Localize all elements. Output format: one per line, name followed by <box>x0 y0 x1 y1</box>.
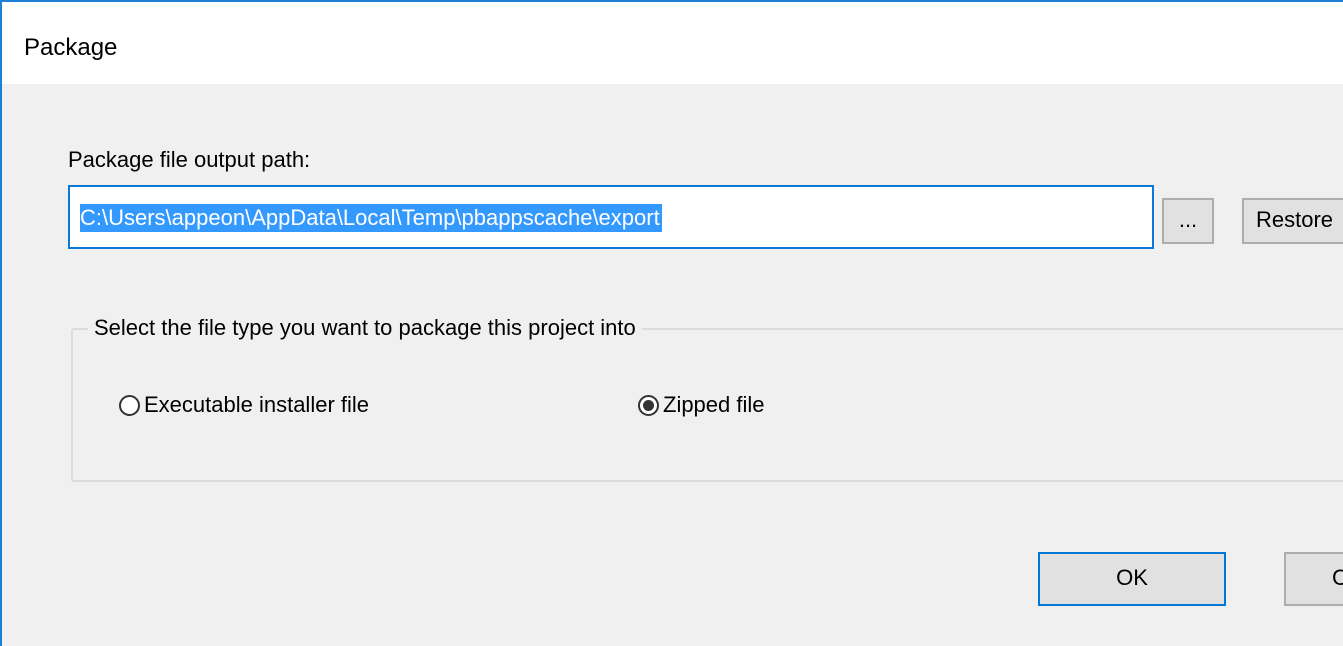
cancel-button[interactable]: C <box>1284 552 1343 606</box>
ok-button[interactable]: OK <box>1038 552 1226 606</box>
executable-installer-radio[interactable]: Executable installer file <box>119 392 369 418</box>
zipped-file-label: Zipped file <box>663 392 765 417</box>
output-path-input[interactable]: C:\Users\appeon\AppData\Local\Temp\pbapp… <box>68 185 1154 249</box>
zipped-file-radio[interactable]: Zipped file <box>638 392 765 418</box>
output-path-label: Package file output path: <box>68 147 311 172</box>
file-type-group-legend: Select the file type you want to package… <box>88 315 642 341</box>
executable-installer-label: Executable installer file <box>144 392 370 417</box>
restore-button[interactable]: Restore <box>1242 198 1343 244</box>
radio-unchecked-icon <box>119 394 140 416</box>
browse-button[interactable]: ... <box>1162 198 1214 244</box>
package-dialog: Package Package file output path: C:\Use… <box>0 0 1343 646</box>
output-path-value: C:\Users\appeon\AppData\Local\Temp\pbapp… <box>80 204 662 232</box>
radio-checked-icon <box>638 394 659 416</box>
window-title: Package <box>24 34 118 61</box>
title-bar[interactable]: Package <box>2 2 1343 84</box>
